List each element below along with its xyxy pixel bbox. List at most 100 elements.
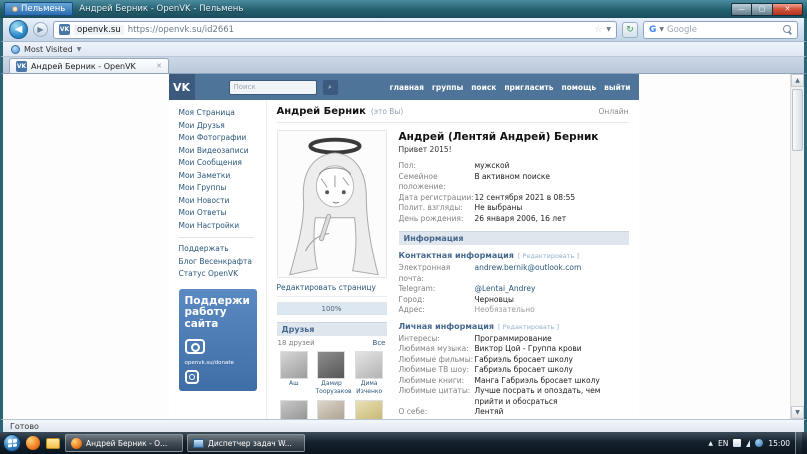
friend-name[interactable]: Дамир Тоорузаков	[315, 380, 347, 395]
summary-row: Пол:мужской	[399, 161, 629, 172]
online-status: Онлайн	[599, 107, 629, 116]
friend-item[interactable]: Дамир Тоорузаков	[314, 351, 349, 395]
sidebar-item-support[interactable]: Поддержать	[179, 243, 262, 256]
sidebar-item-my-groups[interactable]: Мои Группы	[179, 182, 262, 195]
profile-avatar[interactable]	[277, 130, 387, 278]
sidebar-item-status[interactable]: Статус OpenVK	[179, 268, 262, 281]
browser-tab[interactable]: VK Андрей Берник - OpenVK ✕	[9, 58, 169, 73]
site-search-box[interactable]	[229, 80, 317, 95]
friend-avatar[interactable]	[355, 400, 383, 419]
forward-button[interactable]: ▶	[33, 22, 48, 37]
sidebar-item-my-videos[interactable]: Мои Видеозаписи	[179, 145, 262, 158]
close-button[interactable]: ✕	[773, 3, 803, 16]
sidebar-item-my-news[interactable]: Мои Новости	[179, 195, 262, 208]
site-search-input[interactable]	[234, 83, 312, 91]
action-center-icon[interactable]	[733, 439, 741, 447]
friends-subrow: 18 друзей Все	[277, 336, 387, 351]
friend-item[interactable]: Дима Изченко	[352, 351, 387, 395]
sidebar-item-my-answers[interactable]: Мои Ответы	[179, 207, 262, 220]
nav-invite[interactable]: пригласить	[504, 83, 553, 92]
vertical-scrollbar[interactable]: ▲ ▼	[790, 74, 804, 419]
bookmarks-dropdown-icon[interactable]: ▼	[77, 46, 82, 53]
friends-all-link[interactable]: Все	[373, 339, 386, 347]
bookmarks-bar: Most Visited ▼	[0, 42, 807, 57]
scroll-up-arrow[interactable]: ▲	[791, 74, 804, 87]
vk-logo[interactable]: VK	[169, 74, 195, 100]
scroll-down-arrow[interactable]: ▼	[791, 406, 804, 419]
sidebar-item-my-notes[interactable]: Мои Заметки	[179, 170, 262, 183]
friend-avatar[interactable]	[280, 400, 308, 419]
sidebar-item-my-settings[interactable]: Мои Настройки	[179, 220, 262, 233]
personal-row: О себе:Лентяй	[399, 407, 629, 418]
scrollbar-thumb[interactable]	[792, 89, 803, 151]
sidebar-item-my-messages[interactable]: Мои Сообщения	[179, 157, 262, 170]
sidebar-item-blog[interactable]: Блог Весенкрафта	[179, 256, 262, 269]
language-indicator[interactable]: EN	[718, 439, 728, 448]
telegram-link[interactable]: @Lentai_Andrey	[475, 284, 536, 295]
sidebar-item-my-friends[interactable]: Мои Друзья	[179, 120, 262, 133]
friend-item[interactable]: Vladimir Boyko	[277, 400, 312, 419]
network-icon[interactable]	[746, 440, 750, 447]
friend-avatar[interactable]	[317, 400, 345, 419]
friend-avatar[interactable]	[355, 351, 383, 379]
address-bar[interactable]: VK openvk.su https://openvk.su/id2661 ☆ …	[53, 21, 617, 39]
back-button[interactable]: ◀	[9, 20, 28, 39]
friend-item[interactable]: Аш	[277, 351, 312, 395]
window-badge[interactable]: Пельмень	[4, 2, 73, 16]
info-section-header: Информация	[399, 231, 629, 245]
update-icon[interactable]	[755, 439, 763, 447]
personal-edit-link[interactable]: [ Редактировать ]	[498, 323, 559, 331]
site-search-button[interactable]: ⌕	[323, 80, 338, 95]
reload-button[interactable]: ↻	[622, 22, 638, 38]
bookmark-star-icon[interactable]: ☆	[594, 25, 602, 35]
friend-name[interactable]: Аш	[289, 380, 299, 388]
friend-item[interactable]: Даниил	[352, 400, 387, 419]
nav-search[interactable]: поиск	[471, 83, 496, 92]
maximize-button[interactable]: ▢	[752, 3, 773, 16]
status-bar: Готово	[0, 419, 807, 432]
taskbar: Андрей Берник - О... Диспетчер задач W..…	[0, 432, 807, 454]
tab-close-icon[interactable]: ✕	[156, 62, 162, 70]
profile-status[interactable]: Привет 2015!	[399, 145, 629, 161]
scrollbar-track[interactable]	[791, 87, 804, 406]
clock[interactable]: 15:00	[768, 439, 790, 448]
donate-monitor-icon	[185, 339, 205, 354]
nav-help[interactable]: помощь	[561, 83, 596, 92]
browser-search-input[interactable]	[667, 25, 780, 35]
nav-home[interactable]: главная	[390, 83, 424, 92]
donate-banner[interactable]: Поддержи работу сайта openvk.su/donate	[179, 289, 257, 391]
nav-logout[interactable]: выйти	[604, 83, 630, 92]
edit-page-link[interactable]: Редактировать страницу	[277, 278, 387, 297]
personal-info-header: Личная информация [ Редактировать ]	[399, 322, 629, 331]
tray-expand-icon[interactable]: ▲	[708, 440, 713, 447]
friend-item[interactable]: Даша Забиванкажа	[314, 400, 349, 419]
contact-edit-link[interactable]: [ Редактировать ]	[518, 252, 579, 260]
profile-full-name: Андрей (Лентяй Андрей) Берник	[399, 130, 629, 145]
sidebar-item-my-page[interactable]: Моя Страница	[179, 107, 262, 120]
friend-avatar[interactable]	[280, 351, 308, 379]
quicklaunch-explorer[interactable]	[45, 435, 61, 451]
minimize-button[interactable]: —	[731, 3, 752, 16]
friend-name[interactable]: Дима Изченко	[353, 380, 385, 395]
email-link[interactable]: andrew.bernik@outlook.com	[475, 263, 582, 284]
nav-groups[interactable]: группы	[432, 83, 463, 92]
search-bar[interactable]: G ▼	[643, 21, 798, 39]
donate-logo-icon	[185, 370, 199, 384]
browser-toolbar: ◀ ▶ VK openvk.su https://openvk.su/id266…	[0, 18, 807, 42]
show-desktop-button[interactable]	[795, 432, 802, 454]
url-dropdown-icon[interactable]: ▼	[606, 26, 611, 33]
sidebar-item-my-photos[interactable]: Мои Фотографии	[179, 132, 262, 145]
taskbar-task-taskmgr[interactable]: Диспетчер задач W...	[187, 434, 305, 452]
search-engine-dropdown-icon[interactable]: ▼	[659, 26, 664, 33]
status-text: Готово	[10, 422, 39, 431]
search-icon[interactable]	[783, 25, 792, 34]
bookmarks-item[interactable]: Most Visited	[24, 45, 73, 54]
desktop-screen: Пельмень Андрей Берник - OpenVK - Пельме…	[0, 0, 807, 454]
contact-row: Электронная почта:andrew.bernik@outlook.…	[399, 263, 629, 284]
friend-avatar[interactable]	[317, 351, 345, 379]
tab-title: Андрей Берник - OpenVK	[31, 62, 152, 71]
start-button[interactable]	[3, 434, 21, 452]
quicklaunch-firefox[interactable]	[25, 435, 41, 451]
site-sidebar: Моя Страница Мои Друзья Мои Фотографии М…	[169, 100, 266, 419]
taskbar-task-firefox[interactable]: Андрей Берник - О...	[65, 434, 183, 452]
